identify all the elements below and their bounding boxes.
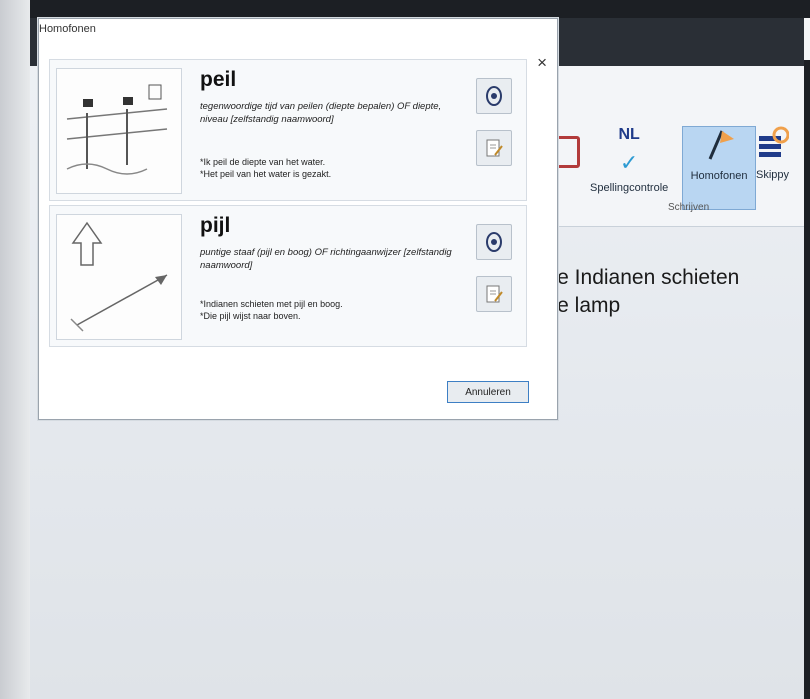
speaker-icon [486, 232, 502, 252]
homofoon-examples: *Indianen schieten met pijl en boog. *Di… [200, 298, 470, 322]
edit-button[interactable] [476, 130, 512, 166]
check-icon: ✓ [619, 150, 639, 175]
edit-icon [486, 139, 503, 157]
example-line: *Het peil van het water is gezakt. [200, 169, 332, 179]
illustration-peil [56, 68, 182, 194]
cancel-button[interactable]: Annuleren [447, 381, 529, 403]
example-line: *Die pijl wijst naar boven. [200, 311, 301, 321]
dialog-title: Homofonen [39, 23, 96, 35]
speak-button[interactable] [476, 224, 512, 260]
edit-button[interactable] [476, 276, 512, 312]
homofoon-definition: puntige staaf (pijl en boog) OF richting… [200, 247, 452, 271]
ribbon-group-schrijven: Schrijven [668, 202, 710, 213]
edit-icon [486, 285, 503, 303]
skippy-button[interactable]: Skippy [756, 126, 789, 181]
illustration-pijl [56, 214, 182, 340]
nl-badge: NL [618, 126, 640, 143]
homofonen-label: Homofonen [690, 170, 748, 182]
homofoon-word: peil [200, 68, 237, 91]
example-line: *Ik peil de diepte van het water. [200, 157, 326, 167]
monitor-bezel-left [0, 0, 30, 699]
monitor-bezel-right [804, 60, 810, 699]
homofoon-card-peil: peil tegenwoordige tijd van peilen (diep… [49, 59, 527, 201]
example-line: *Indianen schieten met pijl en boog. [200, 299, 343, 309]
monitor-bezel-top [0, 0, 810, 18]
homofoon-word: pijl [200, 214, 231, 237]
spellingcontrole-label: Spellingcontrole [590, 182, 669, 194]
document-line-1[interactable]: De Indianen schieten [542, 266, 739, 290]
speak-button[interactable] [476, 78, 512, 114]
flag-icon [683, 127, 755, 164]
spellingcontrole-button[interactable]: NL ✓ Spellingcontrole [590, 126, 668, 194]
skippy-label: Skippy [756, 169, 790, 181]
speaker-icon [486, 86, 502, 106]
close-icon[interactable]: × [537, 53, 547, 73]
homofonen-button[interactable]: Homofonen [682, 126, 756, 210]
homofonen-dialog: Homofonen × peil tegenwoordige tijd van … [38, 18, 558, 420]
homofoon-card-pijl: pijl puntige staaf (pijl en boog) OF ric… [49, 205, 527, 347]
skippy-icon [756, 126, 790, 163]
homofoon-examples: *Ik peil de diepte van het water. *Het p… [200, 156, 470, 180]
homofoon-definition: tegenwoordige tijd van peilen (diepte be… [200, 101, 442, 125]
